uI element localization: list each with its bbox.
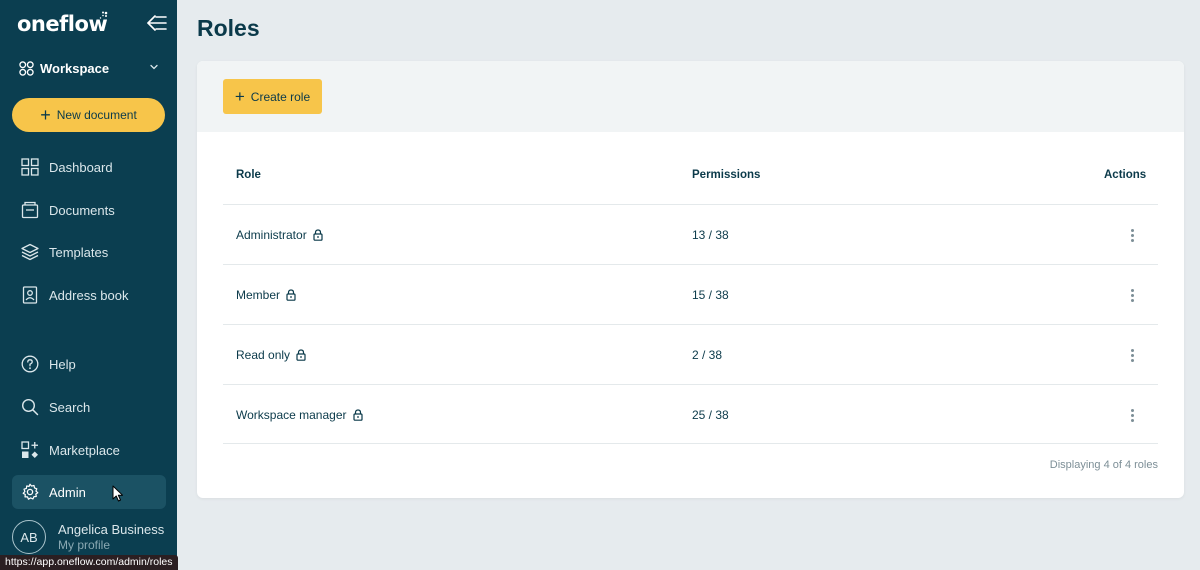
workspace-selector[interactable]: Workspace [19, 58, 161, 78]
mouse-cursor-icon [112, 485, 123, 502]
sidebar-item-search[interactable]: Search [12, 390, 166, 424]
profile-name: Angelica Business [58, 522, 165, 537]
sidebar-item-label: Dashboard [49, 159, 113, 175]
chevron-down-icon [150, 64, 158, 70]
role-name: Read only [236, 348, 291, 362]
new-document-button[interactable]: + New document [12, 98, 165, 132]
documents-icon [21, 201, 39, 219]
table-row[interactable]: Administrator 13 / 38 [223, 204, 1158, 264]
sidebar-item-label: Templates [49, 244, 109, 260]
sidebar-item-label: Documents [49, 202, 115, 218]
permissions-cell: 25 / 38 [692, 408, 729, 422]
lock-icon [352, 409, 363, 421]
collapse-sidebar-icon[interactable] [146, 13, 168, 33]
roles-card: + Create role Role Permissions Actions A… [197, 61, 1184, 498]
create-role-button[interactable]: + Create role [223, 79, 322, 114]
oneflow-logo: oneflow [17, 12, 108, 36]
workspace-icon [19, 60, 34, 76]
pagination-summary: Displaying 4 of 4 roles [1049, 459, 1158, 471]
sidebar-item-label: Address book [49, 287, 129, 303]
table-row[interactable]: Member 15 / 38 [223, 264, 1158, 324]
grid-icon [21, 158, 39, 176]
sidebar-item-address-book[interactable]: Address book [12, 278, 166, 312]
create-role-label: Create role [250, 89, 311, 104]
plus-icon: + [40, 105, 51, 125]
table-row[interactable]: Workspace manager 25 / 38 [223, 384, 1158, 444]
avatar: AB [12, 520, 46, 554]
more-actions-icon[interactable] [1122, 405, 1142, 425]
status-bar-url: https://app.oneflow.com/admin/roles [0, 555, 178, 570]
role-name-cell: Member [236, 288, 296, 302]
sidebar-item-label: Admin [49, 484, 86, 500]
role-name: Administrator [236, 228, 307, 242]
lock-icon [313, 229, 323, 241]
permissions-cell: 15 / 38 [692, 288, 729, 302]
contact-book-icon [22, 286, 38, 304]
more-actions-icon[interactable] [1122, 285, 1142, 305]
layers-icon [21, 243, 39, 261]
sidebar-item-label: Help [49, 356, 76, 372]
logo-row: oneflow [17, 11, 168, 36]
sidebar-item-label: Marketplace [49, 442, 120, 458]
sidebar-item-templates[interactable]: Templates [12, 235, 166, 269]
role-name-cell: Administrator [236, 228, 323, 242]
logo-dots-icon [99, 11, 108, 19]
table-row[interactable]: Read only 2 / 38 [223, 324, 1158, 384]
lock-icon [286, 289, 296, 301]
sidebar: oneflow Workspace + New document Dashboa… [0, 0, 177, 570]
column-header-permissions[interactable]: Permissions [692, 169, 760, 181]
role-name: Workspace manager [236, 408, 347, 422]
sidebar-item-admin[interactable]: Admin [12, 475, 166, 509]
sidebar-item-marketplace[interactable]: Marketplace [12, 433, 166, 467]
sidebar-item-help[interactable]: Help [12, 347, 166, 381]
search-icon [21, 398, 39, 416]
role-name: Member [236, 288, 281, 302]
gear-icon [22, 483, 39, 500]
plus-icon: + [234, 87, 245, 106]
sidebar-item-dashboard[interactable]: Dashboard [12, 150, 166, 184]
role-name-cell: Read only [236, 348, 306, 362]
new-document-label: New document [56, 108, 137, 122]
column-header-actions: Actions [1104, 169, 1147, 181]
permissions-cell: 13 / 38 [692, 228, 729, 242]
column-header-role[interactable]: Role [236, 169, 261, 181]
page-title: Roles [197, 15, 260, 41]
sidebar-item-label: Search [49, 399, 91, 415]
sidebar-item-documents[interactable]: Documents [12, 193, 166, 227]
workspace-label: Workspace [40, 60, 110, 76]
role-name-cell: Workspace manager [236, 408, 363, 422]
card-toolbar: + Create role [197, 61, 1184, 132]
profile-menu[interactable]: AB Angelica Business My profile [12, 520, 172, 556]
more-actions-icon[interactable] [1122, 225, 1142, 245]
more-actions-icon[interactable] [1122, 345, 1142, 365]
lock-icon [296, 349, 306, 361]
help-icon [21, 355, 39, 373]
profile-link[interactable]: My profile [58, 538, 110, 552]
marketplace-icon [21, 441, 38, 458]
permissions-cell: 2 / 38 [692, 348, 723, 362]
